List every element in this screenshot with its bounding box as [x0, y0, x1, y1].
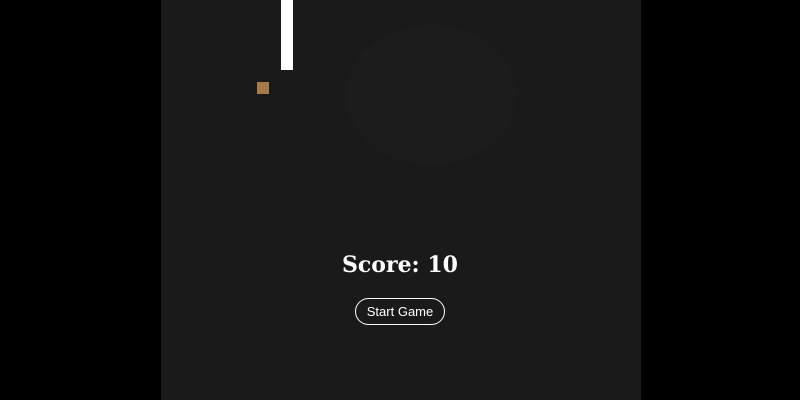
start-game-button[interactable]: Start Game: [355, 298, 445, 325]
snake-body: [281, 0, 293, 70]
game-viewport: Score: 10 Start Game: [0, 0, 800, 400]
food-pellet: [257, 82, 269, 94]
score-display: Score: 10: [342, 252, 458, 278]
background-glow: [346, 25, 516, 165]
game-board: [161, 0, 641, 400]
